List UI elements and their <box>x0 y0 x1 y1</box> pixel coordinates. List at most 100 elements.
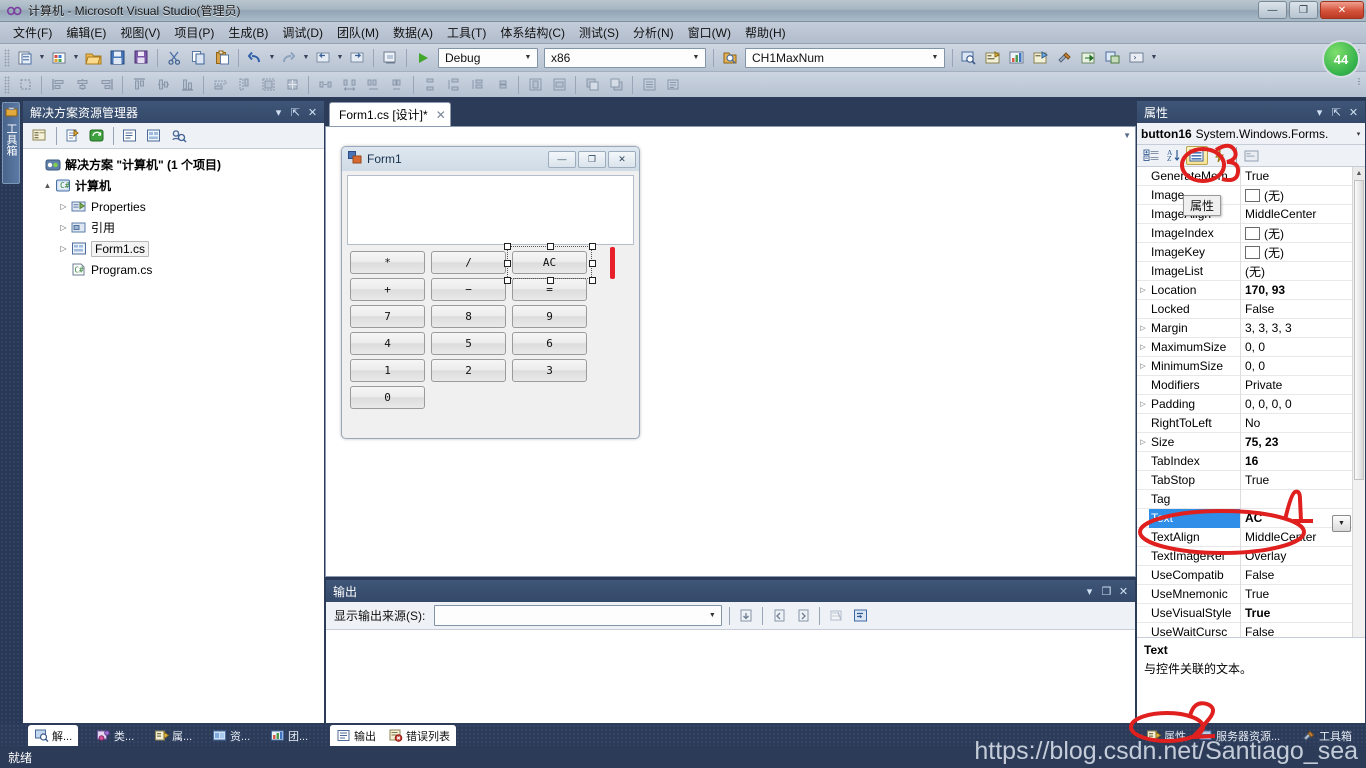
pin-icon[interactable]: ⇱ <box>288 104 303 120</box>
tree-node-project[interactable]: ▲ C# 计算机 <box>27 175 324 196</box>
property-value[interactable]: MiddleCenter <box>1241 207 1365 221</box>
command-window-icon[interactable]: › <box>1126 47 1148 69</box>
property-value[interactable]: (无) <box>1241 187 1365 204</box>
tools-options-icon[interactable] <box>1054 47 1076 69</box>
form-maximize-button[interactable]: ❐ <box>578 150 606 168</box>
property-row-locked[interactable]: Locked False <box>1137 299 1365 319</box>
copy-icon[interactable] <box>187 47 209 69</box>
float-icon[interactable]: ❐ <box>1099 583 1114 599</box>
properties-view-icon[interactable] <box>1186 146 1208 165</box>
form-close-button[interactable]: ✕ <box>608 150 636 168</box>
start-debug-icon[interactable] <box>412 47 434 69</box>
property-row-text[interactable]: Text AC <box>1137 508 1365 528</box>
make-same-height-icon[interactable] <box>233 74 255 95</box>
button-divide[interactable]: / <box>431 251 506 274</box>
output-tab-output[interactable]: 输出 <box>330 725 382 746</box>
property-value[interactable]: True <box>1241 587 1365 601</box>
paste-icon[interactable] <box>211 47 233 69</box>
form-minimize-button[interactable]: — <box>548 150 576 168</box>
chevron-down-icon[interactable]: ▼ <box>521 49 535 67</box>
redo-icon[interactable] <box>278 47 300 69</box>
property-pages-icon[interactable] <box>1241 146 1263 165</box>
property-row-tag[interactable]: Tag <box>1137 489 1365 509</box>
size-to-grid-icon[interactable] <box>281 74 303 95</box>
center-horizontally-icon[interactable] <box>524 74 546 95</box>
property-value[interactable]: False <box>1241 568 1365 582</box>
bottom-tab-properties[interactable]: 属... <box>148 725 198 746</box>
tree-node-solution[interactable]: 解决方案 "计算机" (1 个项目) <box>27 154 324 175</box>
chevron-down-icon[interactable]: ▾ <box>1312 104 1327 120</box>
events-view-icon[interactable] <box>1209 146 1231 165</box>
save-icon[interactable] <box>106 47 128 69</box>
property-value[interactable]: True <box>1241 473 1365 487</box>
winforms-designer-surface[interactable]: ▼ Form1 — ❐ ✕ * / AC + − = 7 8 9 4 5 6 1… <box>325 126 1136 577</box>
horizontal-spacing-equal-icon[interactable] <box>314 74 336 95</box>
horizontal-spacing-increase-icon[interactable] <box>338 74 360 95</box>
menu-item-test[interactable]: 测试(S) <box>572 22 626 43</box>
menu-item-architecture[interactable]: 体系结构(C) <box>493 22 572 43</box>
close-button[interactable]: ✕ <box>1320 1 1364 19</box>
chevron-down-icon[interactable]: ▾ <box>271 104 286 120</box>
property-row-textalign[interactable]: TextAlign MiddleCenter <box>1137 527 1365 547</box>
property-value[interactable]: Overlay <box>1241 549 1365 563</box>
properties-object-selector[interactable]: button16 System.Windows.Forms. ▾ <box>1137 123 1365 145</box>
command-dropdown-icon[interactable]: ▼ <box>1149 48 1159 68</box>
menu-item-analyze[interactable]: 分析(N) <box>626 22 681 43</box>
property-row-imagealign[interactable]: ImageAlign MiddleCenter <box>1137 204 1365 224</box>
property-row-imageindex[interactable]: ImageIndex (无) <box>1137 223 1365 243</box>
menu-item-data[interactable]: 数据(A) <box>386 22 440 43</box>
props-bottom-tab-server-explorer[interactable]: 服务器资源... <box>1192 725 1286 746</box>
align-middles-icon[interactable] <box>152 74 174 95</box>
close-icon[interactable]: ✕ <box>1116 583 1131 599</box>
tab-form1-designer[interactable]: Form1.cs [设计]* ✕ <box>329 102 451 126</box>
menu-item-team[interactable]: 团队(M) <box>330 22 386 43</box>
vertical-spacing-increase-icon[interactable] <box>443 74 465 95</box>
row-expander[interactable]: ▷ <box>1137 324 1149 332</box>
align-to-grid-icon[interactable] <box>14 74 36 95</box>
scrollbar-thumb[interactable] <box>1354 180 1364 480</box>
chevron-down-icon[interactable]: ▾ <box>1352 130 1365 138</box>
attach-process-icon[interactable] <box>379 47 401 69</box>
horizontal-spacing-remove-icon[interactable] <box>386 74 408 95</box>
property-row-tabstop[interactable]: TabStop True <box>1137 470 1365 490</box>
navigate-backward-dropdown-icon[interactable]: ▼ <box>335 48 345 68</box>
startup-object-combo[interactable]: CH1MaxNum ▼ <box>745 47 945 68</box>
menu-item-help[interactable]: 帮助(H) <box>738 22 793 43</box>
menu-item-debug[interactable]: 调试(D) <box>275 22 330 43</box>
alphabetical-view-icon[interactable]: AZ <box>1163 146 1185 165</box>
add-new-item-dropdown-icon[interactable]: ▼ <box>71 48 81 68</box>
property-row-imagekey[interactable]: ImageKey (无) <box>1137 242 1365 262</box>
calculator-display-textbox[interactable] <box>347 175 634 245</box>
new-project-icon[interactable] <box>14 47 36 69</box>
tree-node-references[interactable]: ▷ 引用 <box>27 217 324 238</box>
bottom-tab-team-explorer[interactable]: 团... <box>264 725 314 746</box>
show-all-files-icon[interactable] <box>62 125 84 146</box>
navigate-forward-icon[interactable] <box>346 47 368 69</box>
close-icon[interactable]: ✕ <box>1346 104 1361 120</box>
align-centers-icon[interactable] <box>71 74 93 95</box>
go-to-next-message-icon[interactable] <box>792 605 814 627</box>
pin-icon[interactable]: ⇱ <box>1329 104 1344 120</box>
output-tab-error-list[interactable]: 错误列表 <box>382 725 456 746</box>
bottom-tab-class-view[interactable]: 类... <box>90 725 140 746</box>
output-source-combo[interactable]: ▼ <box>434 605 723 626</box>
output-text-area[interactable] <box>326 630 1135 723</box>
designer-collapse-icon[interactable]: ▼ <box>1123 131 1131 140</box>
property-row-righttoleft[interactable]: RightToLeft No <box>1137 413 1365 433</box>
property-row-modifiers[interactable]: Modifiers Private <box>1137 375 1365 395</box>
property-row-margin[interactable]: ▷ Margin 3, 3, 3, 3 <box>1137 318 1365 338</box>
make-same-size-icon[interactable] <box>257 74 279 95</box>
property-row-usevisualstylebackcolor[interactable]: UseVisualStyle True <box>1137 603 1365 623</box>
toolbox-toolbar-icon[interactable] <box>1030 47 1052 69</box>
find-message-icon[interactable] <box>735 605 757 627</box>
button-9[interactable]: 9 <box>512 305 587 328</box>
vertical-spacing-decrease-icon[interactable] <box>467 74 489 95</box>
align-tops-icon[interactable] <box>128 74 150 95</box>
layout-toolbar-grip[interactable] <box>4 75 10 94</box>
property-row-tabindex[interactable]: TabIndex 16 <box>1137 451 1365 471</box>
property-value[interactable]: 170, 93 <box>1241 283 1365 297</box>
scroll-up-icon[interactable]: ▲ <box>1353 167 1365 180</box>
menu-item-project[interactable]: 项目(P) <box>167 22 221 43</box>
minimize-button[interactable]: — <box>1258 1 1287 19</box>
toolbar-grip[interactable] <box>4 48 10 67</box>
